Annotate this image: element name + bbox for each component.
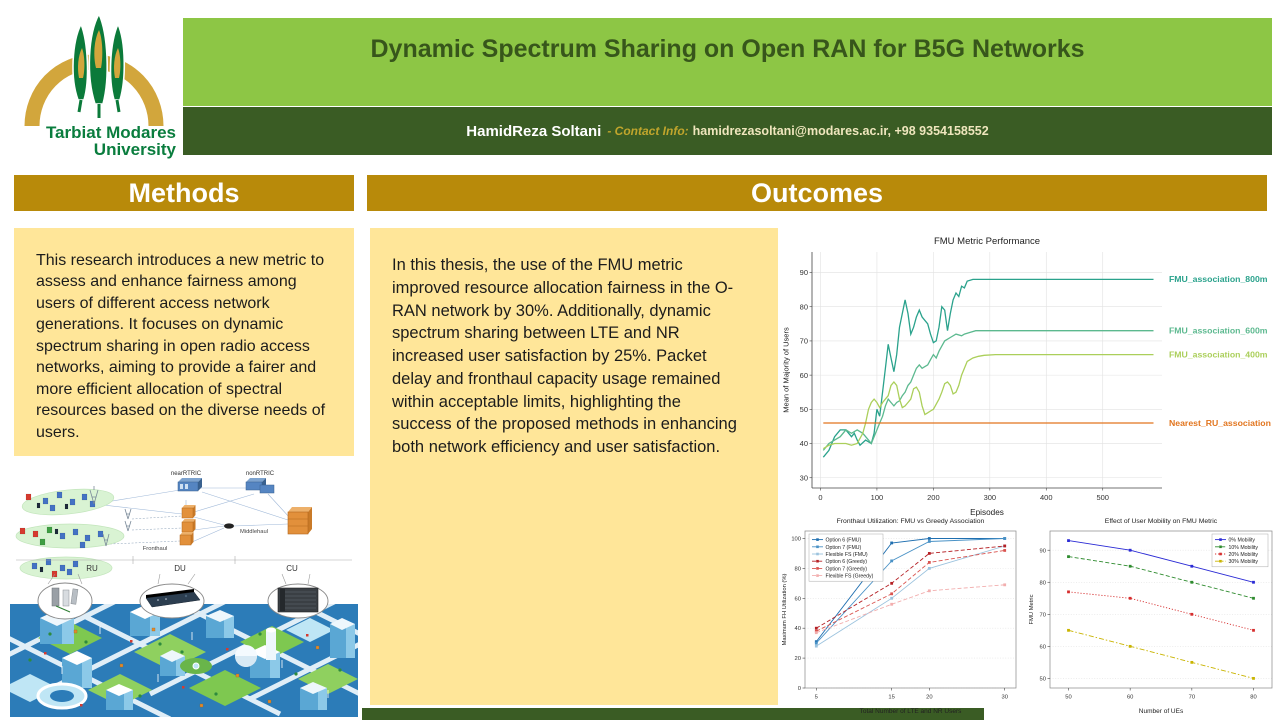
methods-body-text: This research introduces a new metric to… [36, 252, 325, 441]
non-rt-ric-icon [246, 478, 274, 493]
svg-text:80: 80 [800, 302, 808, 311]
hardware-callouts [38, 574, 328, 619]
near-rt-ric-icon [178, 478, 202, 491]
svg-text:Number of UEs: Number of UEs [1139, 708, 1184, 715]
svg-text:FMU Metric Performance: FMU Metric Performance [934, 236, 1040, 247]
outcomes-text-box: In this thesis, the use of the FMU metri… [370, 228, 778, 705]
svg-text:80: 80 [1040, 580, 1046, 586]
cu-hardware-icon [278, 588, 318, 612]
svg-text:0% Mobility: 0% Mobility [1229, 538, 1256, 544]
svg-text:Nearest_RU_association: Nearest_RU_association [1169, 418, 1271, 428]
svg-text:20: 20 [926, 694, 932, 700]
near-rt-ric-label: nearRTRIC [171, 471, 202, 477]
oran-diagram-graphic: nearRTRIC nonRTRIC Fronthaul Middlehaul … [10, 460, 358, 630]
svg-text:60: 60 [1127, 694, 1133, 700]
svg-text:0: 0 [818, 493, 822, 502]
svg-text:FMU_association_600m: FMU_association_600m [1169, 325, 1268, 335]
midhaul-label: Middlehaul [240, 529, 268, 535]
router-icon [224, 523, 234, 528]
svg-text:Option 7 (FMU): Option 7 (FMU) [826, 545, 862, 551]
svg-text:300: 300 [984, 493, 997, 502]
svg-text:50: 50 [1065, 694, 1071, 700]
svg-text:15: 15 [888, 694, 894, 700]
logo-text-line1: Tarbiat Modares [18, 124, 176, 141]
svg-text:40: 40 [800, 439, 808, 448]
svg-text:500: 500 [1096, 493, 1109, 502]
contact-info-value: hamidrezasoltani@modares.ac.ir, +98 9354… [693, 124, 989, 138]
svg-text:70: 70 [800, 337, 808, 346]
svg-text:Mean of Majority of Users: Mean of Majority of Users [782, 327, 791, 413]
poster-title-band: Dynamic Spectrum Sharing on Open RAN for… [183, 18, 1272, 106]
svg-text:100: 100 [871, 493, 884, 502]
svg-text:Option 7 (Greedy): Option 7 (Greedy) [826, 566, 868, 572]
logo-trees [73, 14, 124, 118]
mobility-effect-chart: 50 60 70 80 90 50 60 70 80 Effect of User Mobilit… [1026, 516, 1280, 716]
svg-text:50: 50 [1040, 676, 1046, 682]
ru-label: RU [86, 564, 98, 573]
non-rt-ric-label: nonRTRIC [246, 471, 275, 477]
svg-text:FMU_association_800m: FMU_association_800m [1169, 274, 1268, 284]
svg-text:60: 60 [1040, 644, 1046, 650]
du-node-icons [180, 505, 196, 545]
svg-text:Option 6 (Greedy): Option 6 (Greedy) [826, 559, 868, 565]
svg-text:0: 0 [798, 686, 801, 692]
svg-text:Fronthaul Utilization: FMU vs: Fronthaul Utilization: FMU vs Greedy Ass… [837, 518, 985, 525]
svg-text:30% Mobility: 30% Mobility [1229, 559, 1259, 565]
svg-text:100: 100 [791, 537, 801, 543]
poster-page: { "header": { "title": "Dynamic Spectrum… [0, 0, 1280, 720]
svg-text:400: 400 [1040, 493, 1053, 502]
poster-title: Dynamic Spectrum Sharing on Open RAN for… [183, 18, 1272, 64]
university-logo: Tarbiat Modares University [10, 8, 182, 166]
fronthaul-utilization-chart: 0 20 40 60 80 100 5 15 20 30 Fronthaul Utilization… [779, 516, 1023, 716]
svg-text:20% Mobility: 20% Mobility [1229, 552, 1259, 558]
outcomes-header-label: Outcomes [751, 178, 883, 208]
svg-text:80: 80 [795, 566, 801, 572]
svg-text:10% Mobility: 10% Mobility [1229, 545, 1259, 551]
author-name: HamidReza Soltani [466, 123, 601, 140]
oran-architecture-diagram: nearRTRIC nonRTRIC Fronthaul Middlehaul … [10, 460, 358, 630]
svg-text:90: 90 [800, 268, 808, 277]
svg-text:70: 70 [1040, 612, 1046, 618]
du-label: DU [174, 564, 186, 573]
svg-text:5: 5 [815, 694, 818, 700]
svg-text:20: 20 [795, 656, 801, 662]
svg-text:200: 200 [927, 493, 940, 502]
svg-text:Effect of User Mobility on FMU: Effect of User Mobility on FMU Metric [1105, 518, 1218, 525]
svg-text:30: 30 [1001, 694, 1007, 700]
svg-text:70: 70 [1189, 694, 1195, 700]
svg-text:Total Number of LTE and NR Use: Total Number of LTE and NR Users [860, 708, 962, 715]
svg-text:Flexible FS (FMU): Flexible FS (FMU) [826, 552, 868, 558]
fronthaul-label: Fronthaul [143, 546, 168, 552]
fmu-performance-chart: 30 40 50 60 70 80 90 0 100 200 300 400 500 FMU Metric… [780, 228, 1280, 518]
outcomes-header: Outcomes [367, 175, 1267, 211]
author-band: HamidReza Soltani - Contact Info: hamidr… [183, 107, 1272, 155]
svg-text:50: 50 [800, 405, 808, 414]
svg-text:FMU Metric: FMU Metric [1029, 594, 1035, 624]
logo-text-line2: University [18, 141, 176, 158]
svg-text:90: 90 [1040, 548, 1046, 554]
methods-text-box: This research introduces a new metric to… [14, 228, 354, 456]
svg-text:60: 60 [800, 371, 808, 380]
svg-text:30: 30 [800, 473, 808, 482]
cu-node-icon [288, 507, 312, 534]
svg-text:Flexible FS (Greedy): Flexible FS (Greedy) [826, 574, 874, 580]
svg-text:60: 60 [795, 596, 801, 602]
svg-text:80: 80 [1250, 694, 1256, 700]
svg-text:FMU_association_400m: FMU_association_400m [1169, 349, 1268, 359]
cu-label: CU [286, 564, 298, 573]
methods-header: Methods [14, 175, 354, 211]
outcomes-body-text: In this thesis, the use of the FMU metri… [392, 256, 737, 456]
contact-info-label: - Contact Info: [607, 124, 688, 138]
svg-text:Maximum FH Utilization (%): Maximum FH Utilization (%) [782, 574, 788, 646]
svg-text:40: 40 [795, 626, 801, 632]
methods-header-label: Methods [129, 178, 240, 208]
svg-text:Option 6 (FMU): Option 6 (FMU) [826, 538, 862, 544]
